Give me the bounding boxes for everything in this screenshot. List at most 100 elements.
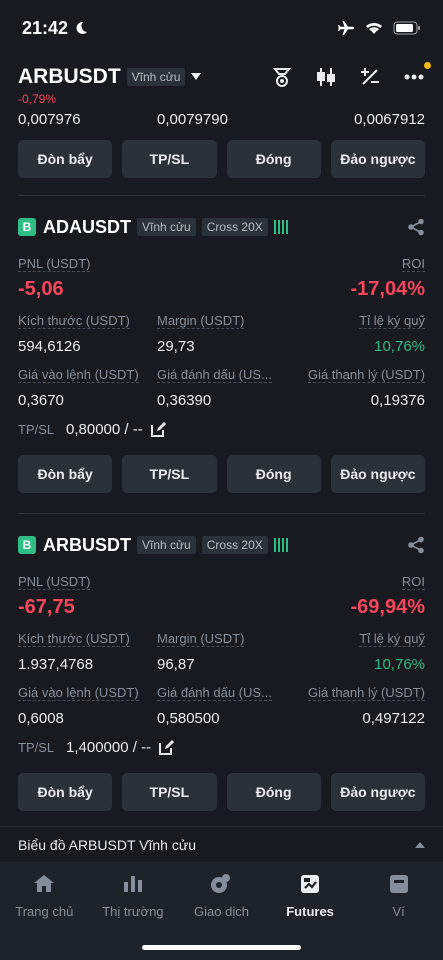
margin-mode-tag: Cross 20X	[201, 536, 268, 554]
size-label: Kích thước (USDT)	[18, 631, 130, 647]
moon-icon	[76, 21, 88, 34]
nav-label: Ví	[392, 904, 405, 919]
cut-value-3: 0,0067912	[354, 111, 425, 128]
nav-label: Trang chủ	[15, 904, 74, 919]
roi-value: -69,94%	[350, 596, 426, 618]
status-bar: 21:42	[0, 0, 443, 56]
bottom-nav: Trang chủ Thị trường Giao dịch Futures V…	[0, 862, 443, 960]
perpetual-tag: Vĩnh cửu	[137, 218, 196, 236]
tpsl-button[interactable]: TP/SL	[122, 773, 217, 811]
reverse-button[interactable]: Đảo ngược	[330, 140, 425, 178]
buy-badge: B	[18, 218, 36, 236]
roi-label: ROI	[401, 256, 425, 272]
tpsl-label: TP/SL	[18, 740, 55, 755]
position-card: B ARBUSDT Vĩnh cửu Cross 20X PNL (USDT) …	[0, 530, 443, 756]
reverse-button[interactable]: Đảo ngược	[330, 455, 425, 493]
roi-label: ROI	[401, 574, 425, 590]
close-button[interactable]: Đóng	[226, 455, 321, 493]
tpsl-value: 1,400000 / --	[66, 739, 152, 756]
futures-icon	[301, 875, 320, 893]
margin-value: 29,73	[157, 338, 195, 355]
perpetual-tag: Vĩnh cửu	[126, 68, 186, 86]
entry-price-label: Giá vào lệnh (USDT)	[18, 367, 139, 383]
liq-price-value: 0,19376	[370, 392, 425, 409]
chart-toggle-bar[interactable]: Biểu đồ ARBUSDT Vĩnh cửu	[0, 826, 443, 862]
tpsl-button[interactable]: TP/SL	[122, 140, 217, 178]
action-buttons: Đòn bẩy TP/SL Đóng Đảo ngược	[0, 140, 443, 178]
margin-mode-tag: Cross 20X	[201, 218, 268, 236]
home-icon	[34, 875, 55, 892]
action-buttons: Đòn bẩy TP/SL Đóng Đảo ngược	[0, 455, 443, 493]
pnl-value: -5,06	[18, 278, 64, 300]
chart-toggle-label: Biểu đồ ARBUSDT Vĩnh cửu	[18, 836, 196, 853]
buy-badge: B	[18, 536, 36, 554]
battery-icon	[393, 21, 420, 35]
price-change: -0,79%	[18, 92, 57, 106]
action-buttons: Đòn bẩy TP/SL Đóng Đảo ngược	[0, 773, 443, 811]
margin-label: Margin (USDT)	[157, 313, 245, 329]
tpsl-value: 0,80000 / --	[66, 421, 143, 438]
cut-value-2: 0,0079790	[157, 111, 228, 128]
pnl-value: -67,75	[18, 596, 75, 618]
tpsl-label: TP/SL	[18, 422, 55, 437]
roi-value: -17,04%	[350, 278, 426, 300]
bar-chart-icon	[123, 876, 142, 892]
symbol-title[interactable]: ARBUSDT	[18, 65, 121, 89]
margin-ratio-label: Tỉ lệ ký quỹ	[359, 631, 425, 647]
pnl-label: PNL (USDT)	[18, 574, 91, 590]
perpetual-tag: Vĩnh cửu	[137, 536, 196, 554]
margin-label: Margin (USDT)	[157, 631, 245, 647]
leverage-button[interactable]: Đòn bẩy	[18, 140, 113, 178]
tpsl-row: TP/SL 0,80000 / --	[18, 421, 425, 438]
signal-bars-icon	[273, 220, 288, 234]
margin-ratio-value: 10,76%	[374, 338, 425, 355]
margin-ratio-value: 10,76%	[374, 656, 425, 673]
nav-home[interactable]: Trang chủ	[0, 872, 89, 960]
wifi-icon	[366, 22, 382, 34]
wallet-icon	[389, 875, 408, 893]
close-button[interactable]: Đóng	[226, 773, 321, 811]
caret-up-icon[interactable]	[415, 841, 425, 848]
leverage-button[interactable]: Đòn bẩy	[18, 773, 113, 811]
position-symbol[interactable]: ADAUSDT	[43, 217, 131, 238]
header: ARBUSDT Vĩnh cửu -0,79%	[0, 60, 443, 112]
margin-ratio-label: Tỉ lệ ký quỹ	[359, 313, 425, 329]
liq-price-label: Giá thanh lý (USDT)	[307, 685, 425, 701]
trade-icon	[211, 874, 231, 893]
funding-icon[interactable]	[271, 66, 293, 88]
edit-icon[interactable]	[150, 422, 166, 437]
entry-price-value: 0,6008	[18, 710, 64, 727]
nav-label: Futures	[286, 904, 334, 919]
candlestick-icon[interactable]	[315, 66, 337, 88]
airplane-icon	[337, 21, 354, 35]
percent-icon[interactable]	[359, 66, 381, 88]
size-value: 594,6126	[18, 338, 81, 355]
tpsl-row: TP/SL 1,400000 / --	[18, 739, 425, 756]
nav-label: Thị trường	[102, 904, 164, 919]
liq-price-value: 0,497122	[362, 710, 425, 727]
leverage-button[interactable]: Đòn bẩy	[18, 455, 113, 493]
home-indicator	[142, 945, 301, 950]
status-icons	[337, 20, 421, 36]
close-button[interactable]: Đóng	[226, 140, 321, 178]
margin-value: 96,87	[157, 656, 195, 673]
reverse-button[interactable]: Đảo ngược	[330, 773, 425, 811]
share-icon[interactable]	[407, 218, 425, 236]
entry-price-value: 0,3670	[18, 392, 64, 409]
liq-price-label: Giá thanh lý (USDT)	[307, 367, 425, 383]
share-icon[interactable]	[407, 536, 425, 554]
position-symbol[interactable]: ARBUSDT	[43, 535, 131, 556]
nav-wallet[interactable]: Ví	[354, 872, 443, 960]
status-time: 21:42	[22, 17, 69, 38]
mark-price-label: Giá đánh dấu (US...	[157, 367, 272, 383]
pnl-label: PNL (USDT)	[18, 256, 91, 272]
mark-price-value: 0,580500	[157, 710, 220, 727]
positions-list[interactable]: 0,007976 0,0079790 0,0067912 Đòn bẩy TP/…	[0, 108, 443, 862]
mark-price-value: 0,36390	[157, 392, 212, 409]
edit-icon[interactable]	[159, 740, 175, 755]
position-card: B ADAUSDT Vĩnh cửu Cross 20X PNL (USDT) …	[0, 212, 443, 438]
tpsl-button[interactable]: TP/SL	[122, 455, 217, 493]
entry-price-label: Giá vào lệnh (USDT)	[18, 685, 139, 701]
more-icon[interactable]	[403, 62, 431, 88]
caret-down-icon[interactable]	[191, 73, 202, 81]
